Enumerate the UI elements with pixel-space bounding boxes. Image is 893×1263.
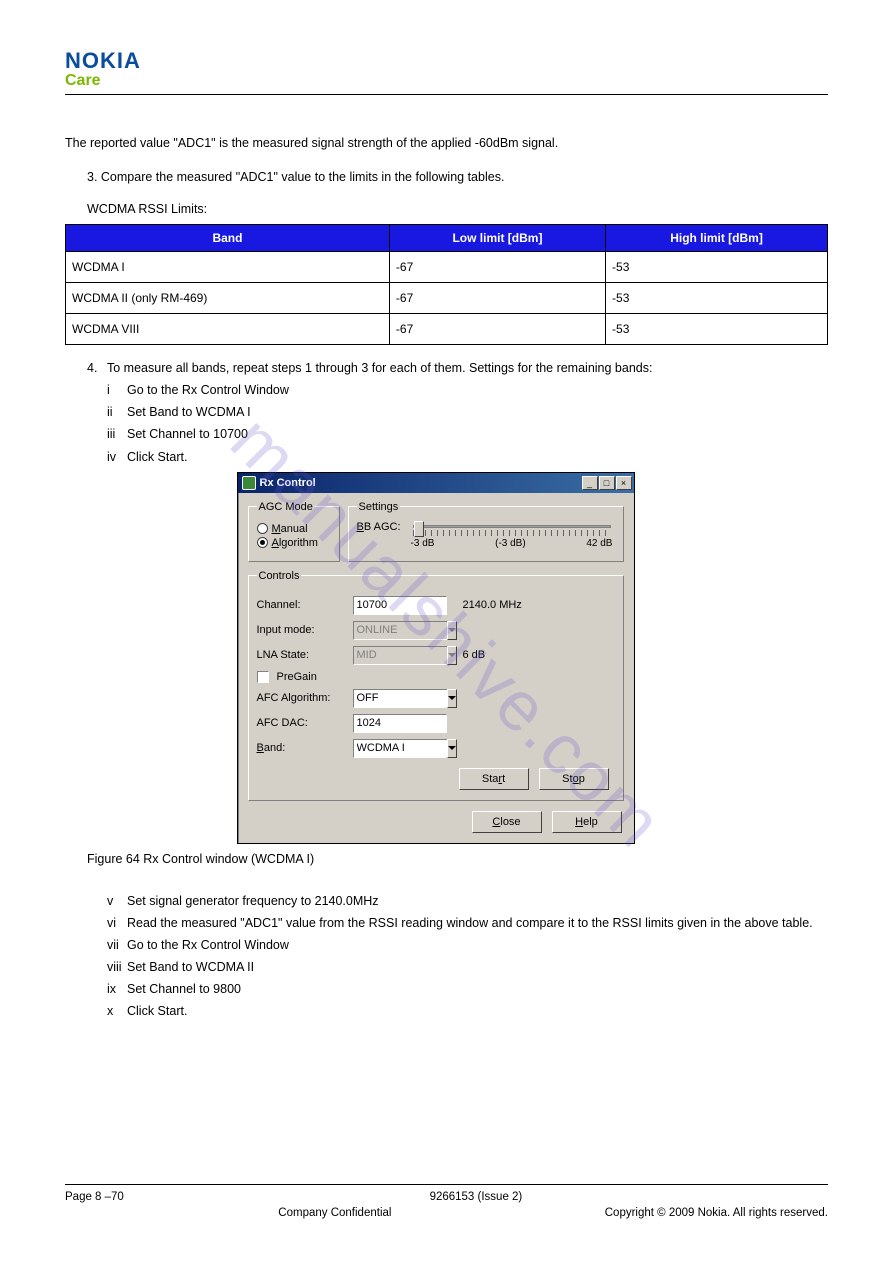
afc-algorithm-label: AFC Algorithm: (257, 692, 345, 704)
bb-agc-slider[interactable]: -3 dB (-3 dB) 42 dB (409, 521, 615, 549)
th-low: Low limit [dBm] (389, 225, 605, 252)
limits-table: Band Low limit [dBm] High limit [dBm] WC… (65, 224, 828, 345)
afc-algorithm-select[interactable] (353, 689, 447, 708)
bb-agc-label: BB AGC: (357, 521, 401, 533)
agc-manual-radio[interactable]: Manual (257, 523, 331, 535)
channel-input[interactable] (353, 596, 447, 615)
maximize-button[interactable]: □ (599, 476, 615, 490)
footer-mid-top: 9266153 (Issue 2) (124, 1191, 828, 1203)
agc-mode-group: AGC Mode Manual Algorithm (248, 501, 340, 562)
afc-dac-input[interactable] (353, 714, 447, 733)
brand-sub: Care (65, 72, 828, 90)
intro-paragraph: The reported value "ADC1" is the measure… (65, 135, 828, 153)
th-band: Band (66, 225, 390, 252)
band-label: Band: (257, 742, 345, 754)
channel-freq: 2140.0 MHz (463, 599, 522, 611)
chevron-down-icon (447, 621, 457, 640)
footer-left: Page 8 –70 (65, 1191, 124, 1203)
input-mode-select (353, 621, 447, 640)
brand-name: NOKIA (65, 48, 828, 74)
settings-group: Settings BB AGC: -3 dB (-3 dB) 42 dB (348, 501, 624, 562)
pregain-checkbox[interactable] (257, 671, 269, 683)
controls-group: Controls Channel: 2140.0 MHz Input mode: (248, 570, 624, 801)
page-footer: Page 8 –70 9266153 (Issue 2) Company Con… (65, 1184, 828, 1219)
lna-state-select (353, 646, 447, 665)
afc-dac-label: AFC DAC: (257, 717, 345, 729)
th-high: High limit [dBm] (606, 225, 828, 252)
footer-mid-bot: Company Confidential (65, 1207, 605, 1219)
channel-label: Channel: (257, 599, 345, 611)
window-title: Rx Control (260, 477, 316, 489)
header-divider (65, 94, 828, 95)
minimize-button[interactable]: _ (582, 476, 598, 490)
footer-right-bot: Copyright © 2009 Nokia. All rights reser… (605, 1207, 828, 1219)
agc-algorithm-radio[interactable]: Algorithm (257, 537, 331, 549)
figure-caption: Figure 64 Rx Control window (WCDMA I) (87, 852, 828, 866)
help-button[interactable]: Help (552, 811, 622, 833)
close-window-button[interactable]: × (616, 476, 632, 490)
rx-control-screenshot: Rx Control _ □ × AGC Mode Manual (237, 472, 657, 844)
input-mode-label: Input mode: (257, 624, 345, 636)
table-row: WCDMA I -67 -53 (66, 252, 828, 283)
steps-block: 4.To measure all bands, repeat steps 1 t… (87, 359, 828, 466)
close-button[interactable]: Close (472, 811, 542, 833)
stop-button[interactable]: Stop (539, 768, 609, 790)
lna-state-label: LNA State: (257, 649, 345, 661)
table-row: WCDMA II (only RM-469) -67 -53 (66, 283, 828, 314)
step-3: 3. Compare the measured "ADC1" value to … (87, 169, 828, 187)
chevron-down-icon[interactable] (447, 739, 457, 758)
lna-db: 6 dB (463, 649, 486, 661)
pregain-label: PreGain (277, 671, 317, 683)
app-icon (242, 476, 256, 490)
chevron-down-icon[interactable] (447, 689, 457, 708)
brand-block: NOKIA Care (65, 48, 828, 90)
titlebar[interactable]: Rx Control _ □ × (238, 473, 634, 493)
post-steps-block: vSet signal generator frequency to 2140.… (87, 892, 828, 1021)
band-select[interactable] (353, 739, 447, 758)
start-button[interactable]: Start (459, 768, 529, 790)
table-row: WCDMA VIII -67 -53 (66, 314, 828, 345)
chevron-down-icon (447, 646, 457, 665)
limits-heading: WCDMA RSSI Limits: (87, 202, 828, 216)
